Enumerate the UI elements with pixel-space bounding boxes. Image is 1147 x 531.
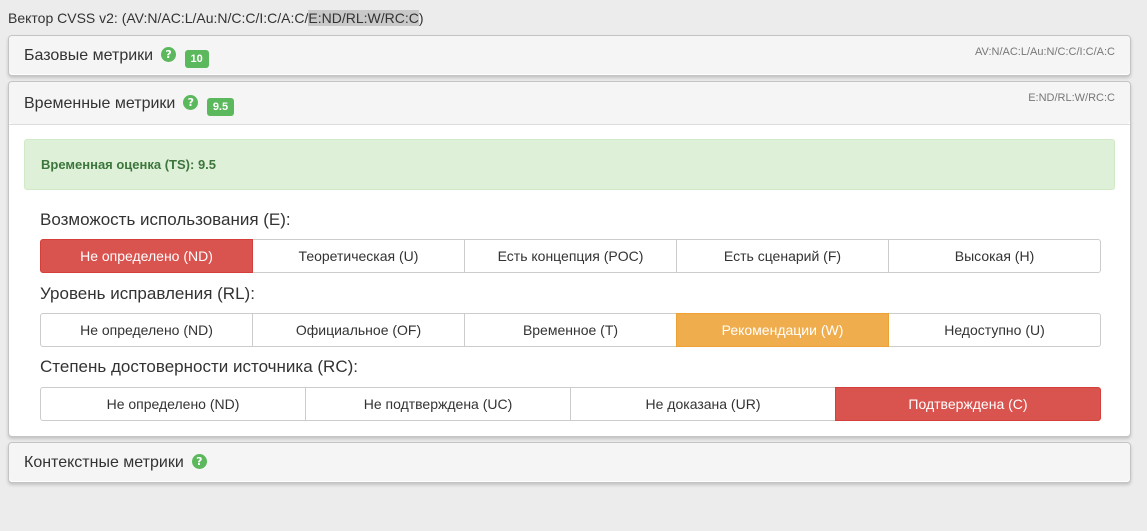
base-metrics-panel: Базовые метрики? 10 AV:N/AC:L/Au:N/C:C/I… <box>8 35 1131 76</box>
remediation-label: Уровень исправления (RL): <box>40 284 255 303</box>
remediation-option-u[interactable]: Недоступно (U) <box>888 313 1101 347</box>
exploitability-label: Возможость использования (E): <box>40 210 291 229</box>
exploitability-option-f[interactable]: Есть сценарий (F) <box>676 239 889 273</box>
remediation-button-group: Не определено (ND) Официальное (OF) Врем… <box>40 313 1101 347</box>
help-icon[interactable]: ? <box>191 454 207 469</box>
confidence-button-group: Не определено (ND) Не подтверждена (UC) … <box>40 387 1101 421</box>
remediation-option-w[interactable]: Рекомендации (W) <box>676 313 889 347</box>
cvss-vector-line: Вектор CVSS v2: (AV:N/AC:L/Au:N/C:C/I:C/… <box>8 10 424 26</box>
remediation-option-t[interactable]: Временное (T) <box>464 313 677 347</box>
confidence-label: Степень достоверности источника (RC): <box>40 357 358 376</box>
temporal-metrics-title-wrap: Временные метрики? 9.5 <box>24 95 235 116</box>
environmental-metrics-panel: Контекстные метрики? <box>8 442 1131 483</box>
environmental-metrics-title: Контекстные метрики <box>24 454 184 471</box>
temporal-metrics-title: Временные метрики <box>24 95 176 112</box>
help-icon[interactable]: ? <box>161 47 177 62</box>
temporal-score-alert: Временная оценка (TS): 9.5 <box>24 139 1115 190</box>
temporal-metrics-panel: Временные метрики? 9.5 E:ND/RL:W/RC:C Вр… <box>8 81 1131 437</box>
confidence-option-nd[interactable]: Не определено (ND) <box>40 387 306 421</box>
help-icon[interactable]: ? <box>183 95 199 110</box>
base-metrics-title: Базовые метрики <box>24 47 154 64</box>
remediation-option-nd[interactable]: Не определено (ND) <box>40 313 253 347</box>
vector-prefix: Вектор CVSS v2: (AV:N/AC:L/Au:N/C:C/I:C/… <box>8 10 309 26</box>
vector-suffix: ) <box>418 10 424 26</box>
exploitability-option-h[interactable]: Высокая (H) <box>888 239 1101 273</box>
base-metrics-title-wrap: Базовые метрики? 10 <box>24 47 209 68</box>
confidence-option-uc[interactable]: Не подтверждена (UC) <box>305 387 571 421</box>
exploitability-button-group: Не определено (ND) Теоретическая (U) Ест… <box>40 239 1101 273</box>
base-metrics-header[interactable]: Базовые метрики? 10 AV:N/AC:L/Au:N/C:C/I… <box>9 36 1130 74</box>
environmental-metrics-header[interactable]: Контекстные метрики? <box>9 443 1130 481</box>
confidence-option-c[interactable]: Подтверждена (C) <box>835 387 1101 421</box>
remediation-option-of[interactable]: Официальное (OF) <box>252 313 465 347</box>
base-score-badge: 10 <box>184 50 209 68</box>
exploitability-option-u[interactable]: Теоретическая (U) <box>252 239 465 273</box>
confidence-option-ur[interactable]: Не доказана (UR) <box>570 387 836 421</box>
base-vector: AV:N/AC:L/Au:N/C:C/I:C/A:C <box>975 46 1115 58</box>
exploitability-option-nd[interactable]: Не определено (ND) <box>40 239 253 273</box>
temporal-metrics-body: Временная оценка (TS): 9.5 Возможость ис… <box>9 124 1130 436</box>
temporal-score-badge: 9.5 <box>206 98 235 116</box>
vector-highlight: E:ND/RL:W/RC:C <box>308 10 419 26</box>
exploitability-option-poc[interactable]: Есть концепция (POC) <box>464 239 677 273</box>
temporal-vector: E:ND/RL:W/RC:C <box>1028 92 1115 104</box>
environmental-metrics-title-wrap: Контекстные метрики? <box>24 454 207 472</box>
temporal-metrics-header[interactable]: Временные метрики? 9.5 E:ND/RL:W/RC:C <box>9 82 1130 124</box>
